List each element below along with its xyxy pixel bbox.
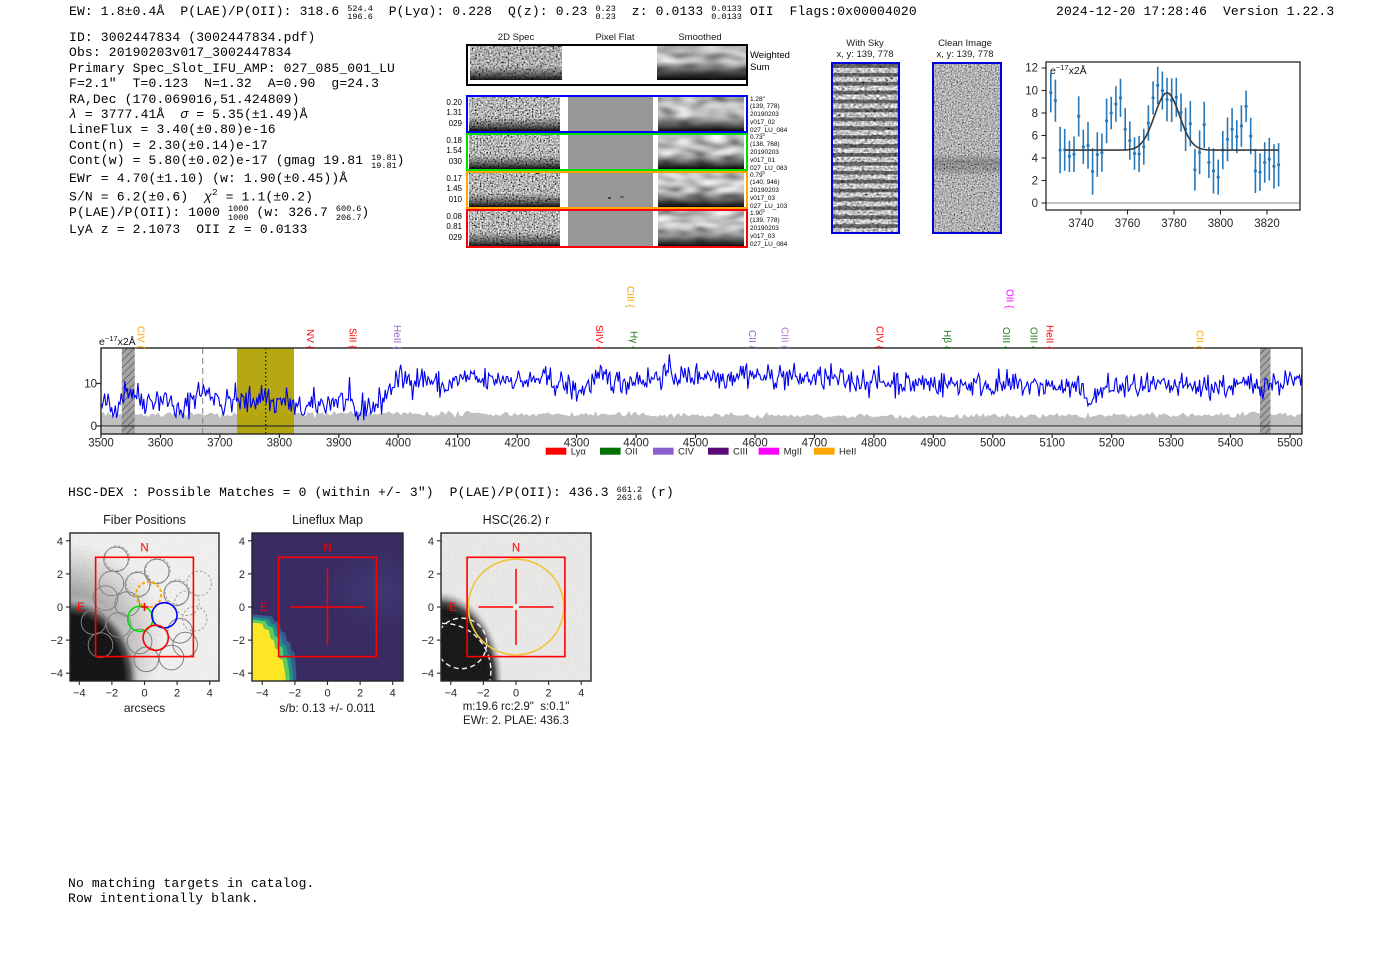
- svg-text:0: 0: [513, 688, 519, 700]
- svg-text:4900: 4900: [921, 438, 947, 450]
- svg-text:4: 4: [239, 536, 245, 548]
- svg-text:4800: 4800: [861, 438, 887, 450]
- svg-text:0: 0: [428, 602, 434, 614]
- svg-text:arcsecs: arcsecs: [124, 701, 165, 715]
- svg-text:E: E: [77, 602, 85, 614]
- svg-text:4: 4: [57, 536, 63, 548]
- svg-text:EWr: 2. PLAE: 436.3: EWr: 2. PLAE: 436.3: [463, 715, 569, 727]
- svg-text:0: 0: [57, 602, 63, 614]
- svg-text:4: 4: [1032, 153, 1039, 165]
- svg-text:5300: 5300: [1158, 438, 1184, 450]
- svg-text:CIV: CIV: [678, 447, 695, 458]
- svg-text:CIII: CIII: [733, 447, 748, 458]
- svg-text:−2: −2: [289, 688, 302, 700]
- svg-text:Fiber Positions: Fiber Positions: [103, 513, 186, 527]
- svg-text:5400: 5400: [1218, 438, 1244, 450]
- svg-text:3800: 3800: [267, 438, 293, 450]
- svg-text:3780: 3780: [1161, 218, 1187, 230]
- svg-text:8: 8: [1032, 108, 1038, 120]
- svg-text:0: 0: [239, 602, 245, 614]
- svg-text:−2: −2: [421, 635, 434, 647]
- svg-text:2: 2: [174, 688, 180, 700]
- svg-text:3760: 3760: [1115, 218, 1141, 230]
- svg-text:0: 0: [1032, 198, 1038, 210]
- svg-text:−4: −4: [73, 688, 86, 700]
- svg-text:2: 2: [357, 688, 363, 700]
- svg-text:−2: −2: [106, 688, 119, 700]
- svg-text:0: 0: [91, 421, 97, 433]
- svg-text:4000: 4000: [385, 438, 411, 450]
- svg-text:5200: 5200: [1099, 438, 1125, 450]
- svg-text:12: 12: [1025, 63, 1038, 75]
- svg-text:−2: −2: [477, 688, 490, 700]
- svg-text:0: 0: [324, 688, 330, 700]
- svg-text:3820: 3820: [1254, 218, 1280, 230]
- svg-text:N: N: [512, 543, 520, 555]
- svg-text:s/b: 0.13 +/- 0.011: s/b: 0.13 +/- 0.011: [279, 701, 376, 715]
- svg-text:5500: 5500: [1277, 438, 1303, 450]
- svg-text:MgII: MgII: [784, 447, 802, 458]
- svg-text:6: 6: [1032, 131, 1038, 143]
- svg-text:OII: OII: [625, 447, 638, 458]
- svg-text:3700: 3700: [207, 438, 233, 450]
- svg-text:3800: 3800: [1208, 218, 1234, 230]
- svg-text:N: N: [323, 543, 331, 555]
- svg-text:4: 4: [207, 688, 213, 700]
- svg-text:−4: −4: [256, 688, 269, 700]
- svg-text:2: 2: [1032, 176, 1038, 188]
- svg-text:10: 10: [1025, 86, 1038, 98]
- svg-text:−4: −4: [50, 668, 63, 680]
- svg-text:HeII: HeII: [839, 447, 856, 458]
- svg-text:Lyα: Lyα: [571, 447, 587, 458]
- svg-text:2: 2: [546, 688, 552, 700]
- svg-text:4: 4: [578, 688, 584, 700]
- svg-text:3900: 3900: [326, 438, 352, 450]
- svg-text:2: 2: [57, 569, 63, 581]
- svg-text:5100: 5100: [1039, 438, 1065, 450]
- svg-text:e−17x2Å: e−17x2Å: [1050, 63, 1087, 77]
- svg-text:2: 2: [239, 569, 245, 581]
- svg-text:m:19.6 rc:2.9" s:0.1": m:19.6 rc:2.9" s:0.1": [463, 701, 570, 713]
- svg-text:2: 2: [428, 569, 434, 581]
- svg-text:4200: 4200: [504, 438, 530, 450]
- svg-text:3740: 3740: [1068, 218, 1094, 230]
- svg-text:Lineflux Map: Lineflux Map: [292, 513, 363, 527]
- svg-text:4: 4: [428, 536, 434, 548]
- svg-text:−4: −4: [445, 688, 458, 700]
- svg-text:0: 0: [141, 688, 147, 700]
- svg-text:3600: 3600: [148, 438, 174, 450]
- svg-text:HSC(26.2) r: HSC(26.2) r: [483, 513, 550, 527]
- svg-text:E: E: [449, 602, 457, 614]
- svg-text:5000: 5000: [980, 438, 1006, 450]
- svg-text:−4: −4: [232, 668, 245, 680]
- svg-text:e−17x2Å: e−17x2Å: [99, 334, 136, 348]
- svg-text:3500: 3500: [88, 438, 114, 450]
- svg-text:10: 10: [85, 379, 97, 391]
- svg-text:−2: −2: [232, 635, 245, 647]
- svg-text:4100: 4100: [445, 438, 471, 450]
- svg-text:−4: −4: [421, 668, 434, 680]
- svg-text:N: N: [140, 543, 148, 555]
- svg-text:−2: −2: [50, 635, 63, 647]
- svg-text:E: E: [260, 602, 268, 614]
- svg-text:4: 4: [390, 688, 396, 700]
